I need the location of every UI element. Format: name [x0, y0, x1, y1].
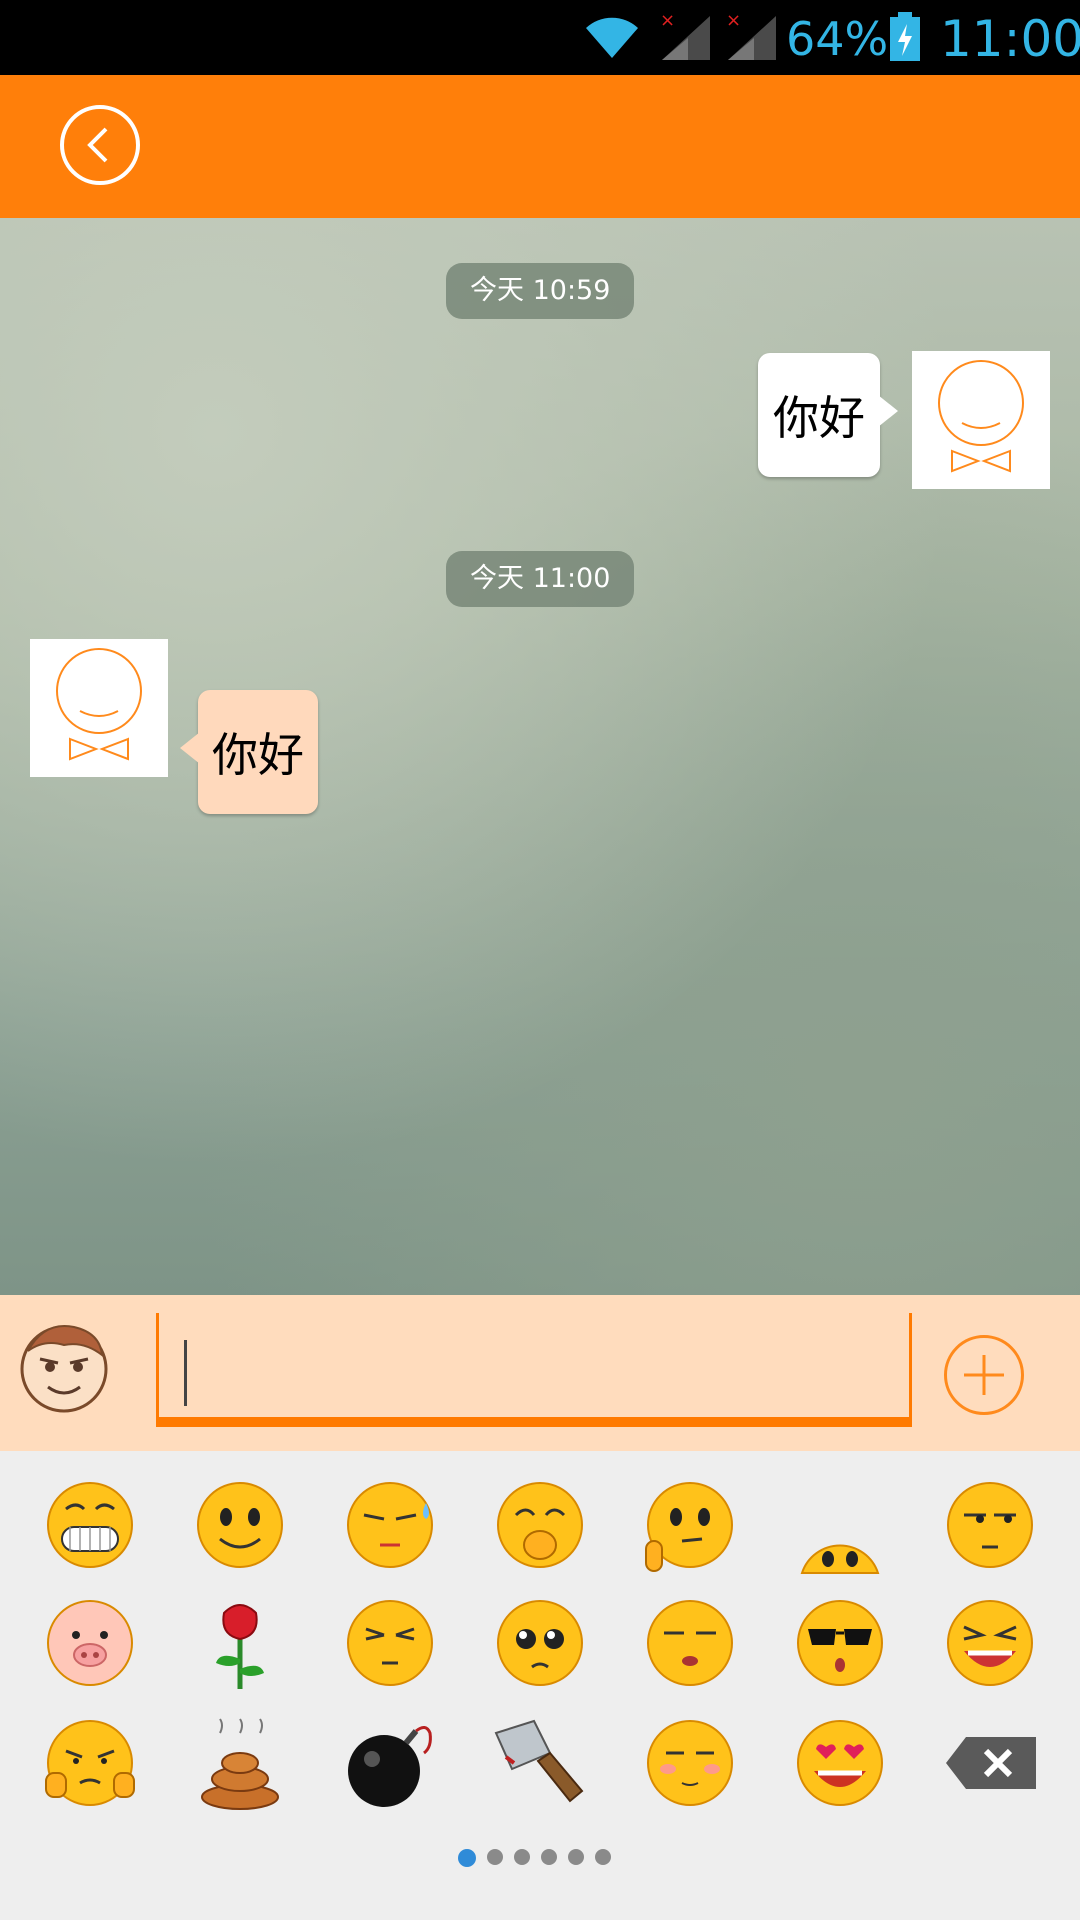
emoji-toggle-button[interactable] — [14, 1315, 114, 1415]
cleaver-emoji[interactable] — [490, 1713, 590, 1813]
status-clock: 11:00 — [940, 10, 1080, 68]
page-dot[interactable] — [487, 1849, 503, 1865]
page-dot[interactable] — [595, 1849, 611, 1865]
svg-text:×: × — [726, 10, 741, 31]
poop-emoji[interactable] — [190, 1713, 290, 1813]
page-dot[interactable] — [568, 1849, 584, 1865]
embarrassed-emoji[interactable] — [40, 1713, 140, 1813]
back-button[interactable] — [60, 105, 140, 185]
grin-emoji[interactable] — [40, 1475, 140, 1575]
emoji-page-indicator[interactable] — [458, 1849, 611, 1867]
battery-charging-icon — [890, 12, 920, 61]
bowtie-face-icon — [56, 648, 142, 761]
smile-emoji[interactable] — [190, 1475, 290, 1575]
message-list[interactable]: 今天 10:59 你好 今天 11:00 你好 — [0, 218, 1080, 1295]
message-bubble-outgoing[interactable]: 你好 — [758, 353, 898, 477]
page-dot[interactable] — [458, 1849, 476, 1867]
pitiful-emoji[interactable] — [490, 1593, 590, 1693]
blush-emoji[interactable] — [640, 1713, 740, 1813]
signal-icon: × — [726, 10, 776, 60]
annoyed-emoji[interactable] — [340, 1593, 440, 1693]
svg-text:×: × — [660, 10, 675, 31]
message-bubble-incoming[interactable]: 你好 — [180, 690, 318, 814]
message-input[interactable] — [156, 1313, 912, 1427]
pig-emoji[interactable] — [40, 1593, 140, 1693]
timestamp-chip: 今天 10:59 — [446, 263, 635, 319]
thinking-emoji[interactable] — [640, 1475, 740, 1575]
cool-emoji[interactable] — [790, 1593, 890, 1693]
peek-emoji[interactable] — [790, 1475, 890, 1575]
wifi-icon — [586, 17, 638, 58]
add-attachment-button[interactable] — [944, 1335, 1024, 1415]
composer-bar — [0, 1295, 1080, 1451]
giggle-emoji[interactable] — [490, 1475, 590, 1575]
signal-icon: × — [660, 10, 710, 60]
sweat-emoji[interactable] — [340, 1475, 440, 1575]
delete-key-icon[interactable] — [940, 1713, 1040, 1813]
emoji-panel — [0, 1451, 1080, 1920]
smirk-emoji[interactable] — [940, 1475, 1040, 1575]
text-caret — [184, 1340, 187, 1406]
sleepy-emoji[interactable] — [640, 1593, 740, 1693]
contact-avatar[interactable] — [30, 639, 168, 777]
bowtie-face-icon — [938, 360, 1024, 473]
page-dot[interactable] — [514, 1849, 530, 1865]
chat-title — [460, 123, 620, 169]
heart-eyes-emoji[interactable] — [790, 1713, 890, 1813]
page-dot[interactable] — [541, 1849, 557, 1865]
back-arrow-icon — [87, 127, 108, 163]
laugh-emoji[interactable] — [940, 1593, 1040, 1693]
cartoon-face-icon — [20, 1325, 108, 1413]
my-avatar[interactable] — [912, 351, 1050, 489]
timestamp-chip: 今天 11:00 — [446, 551, 635, 607]
chat-header — [0, 75, 1080, 218]
status-bar: × × 64% 11:00 — [0, 0, 1080, 75]
plus-icon — [964, 1355, 1004, 1395]
bomb-emoji[interactable] — [340, 1713, 440, 1813]
battery-percentage: 64% — [786, 12, 889, 66]
rose-emoji[interactable] — [190, 1593, 290, 1693]
